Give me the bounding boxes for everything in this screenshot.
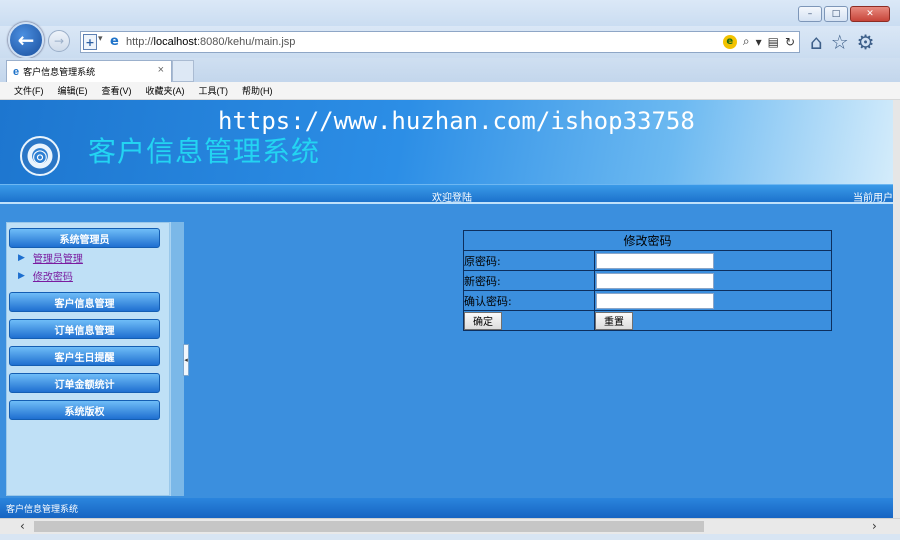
- url-scheme: http://: [126, 36, 154, 48]
- back-button[interactable]: ←: [8, 22, 44, 58]
- menu-group-admin[interactable]: 系统管理员: [9, 228, 160, 248]
- confirm-password-input[interactable]: [596, 292, 714, 309]
- forward-button[interactable]: →: [48, 30, 70, 52]
- new-tab-button[interactable]: [172, 60, 194, 82]
- menu-help[interactable]: 帮助(H): [242, 84, 273, 97]
- site-header: ◎ 客户信息管理系统 https://www.huzhan.com/ishop3…: [0, 100, 893, 184]
- close-tab-icon[interactable]: ×: [158, 64, 164, 76]
- old-password-label: 原密码:: [463, 250, 595, 271]
- logo-icon: ◎: [20, 136, 60, 176]
- footer-text: 客户信息管理系统: [6, 505, 79, 515]
- link-change-password[interactable]: 修改密码: [33, 268, 73, 283]
- menu-group-copyright[interactable]: 系统版权: [9, 400, 160, 420]
- sidebar-divider: [170, 222, 184, 496]
- scroll-right-icon[interactable]: ›: [872, 519, 877, 533]
- ie-page-icon: e: [110, 34, 119, 49]
- chevron-down-icon[interactable]: ▾: [756, 35, 762, 49]
- watermark-text: https://www.huzhan.com/ishop33758: [218, 107, 695, 135]
- menu-group-customer[interactable]: 客户信息管理: [9, 292, 160, 312]
- status-bar: [0, 534, 900, 540]
- old-password-input[interactable]: [596, 252, 714, 269]
- arrow-right-icon: →: [53, 34, 65, 48]
- add-favorite-icon[interactable]: +: [83, 34, 97, 50]
- reset-button[interactable]: 重置: [595, 311, 633, 330]
- address-actions: e ⌕ ▾ ▤ ↻: [722, 34, 795, 49]
- submit-button[interactable]: 确定: [464, 311, 502, 330]
- url-path: :8080/kehu/main.jsp: [196, 36, 296, 48]
- confirm-password-label: 确认密码:: [463, 290, 595, 311]
- link-admin-manage[interactable]: 管理员管理: [33, 250, 83, 265]
- scroll-left-icon[interactable]: ‹: [20, 519, 25, 533]
- vertical-scrollbar[interactable]: [893, 100, 900, 518]
- address-url[interactable]: http://localhost:8080/kehu/main.jsp: [126, 36, 295, 48]
- window-controls: – □ ✕: [798, 6, 890, 22]
- change-password-form: 修改密码 原密码: 新密码: 确认密码: 确定 重置: [463, 230, 832, 331]
- form-caption: 修改密码: [463, 230, 832, 251]
- page-footer: 客户信息管理系统: [0, 498, 893, 518]
- scrollbar-thumb[interactable]: [34, 521, 704, 532]
- menu-file[interactable]: 文件(F): [14, 84, 44, 97]
- horizontal-scrollbar[interactable]: ‹ ›: [0, 518, 900, 534]
- close-button[interactable]: ✕: [850, 6, 890, 22]
- menu-group-birthday[interactable]: 客户生日提醒: [9, 346, 160, 366]
- new-password-input[interactable]: [596, 272, 714, 289]
- url-host: localhost: [153, 36, 197, 48]
- menu-group-order-stats[interactable]: 订单金额统计: [9, 373, 160, 393]
- chevron-down-icon[interactable]: ▾: [98, 34, 103, 44]
- menu-edit[interactable]: 编辑(E): [58, 84, 88, 97]
- home-icon[interactable]: ⌂: [810, 30, 823, 54]
- tab-row: e 客户信息管理系统 ×: [0, 58, 900, 82]
- compat-view-icon[interactable]: e: [722, 34, 737, 49]
- menu-favorites[interactable]: 收藏夹(A): [146, 84, 185, 97]
- tab-title: 客户信息管理系统: [23, 67, 96, 77]
- new-password-cell: [594, 270, 832, 291]
- browser-tab[interactable]: e 客户信息管理系统 ×: [6, 60, 172, 82]
- new-password-label: 新密码:: [463, 270, 595, 291]
- welcome-text: 欢迎登陆: [432, 193, 472, 204]
- old-password-cell: [594, 250, 832, 271]
- submit-cell: 确定: [463, 310, 595, 331]
- maximize-button[interactable]: □: [824, 6, 848, 22]
- menu-group-order[interactable]: 订单信息管理: [9, 319, 160, 339]
- browser-tool-icons: ⌂ ☆ ⚙: [810, 30, 875, 54]
- triangle-right-icon: ▶: [18, 252, 25, 263]
- favorites-star-icon[interactable]: ☆: [831, 30, 849, 54]
- gear-icon[interactable]: ⚙: [857, 30, 875, 54]
- submenu-item-change-password[interactable]: ▶ 修改密码: [18, 268, 73, 284]
- compat-page-icon[interactable]: ▤: [768, 35, 779, 49]
- current-user-label: 当前用户: [853, 193, 893, 204]
- address-bar[interactable]: + ▾ e http://localhost:8080/kehu/main.js…: [80, 31, 800, 53]
- minimize-button[interactable]: –: [798, 6, 822, 22]
- arrow-left-icon: ←: [17, 28, 35, 52]
- browser-menubar: 文件(F) 编辑(E) 查看(V) 收藏夹(A) 工具(T) 帮助(H): [0, 82, 900, 100]
- sidebar-collapse-handle[interactable]: ◂: [183, 344, 189, 376]
- ie-page-icon: e: [13, 65, 20, 78]
- site-title: 客户信息管理系统: [88, 135, 321, 168]
- confirm-password-cell: [594, 290, 832, 311]
- submenu-item-admin-manage[interactable]: ▶ 管理员管理: [18, 250, 83, 266]
- reset-cell: 重置: [594, 310, 832, 331]
- top-navbar: 欢迎登陆 当前用户: [0, 184, 893, 204]
- menu-view[interactable]: 查看(V): [102, 84, 132, 97]
- page-content: ◎ 客户信息管理系统 https://www.huzhan.com/ishop3…: [0, 100, 893, 518]
- window-titlebar: – □ ✕: [0, 0, 900, 28]
- search-icon[interactable]: ⌕: [743, 34, 750, 49]
- menu-tools[interactable]: 工具(T): [199, 84, 229, 97]
- triangle-right-icon: ▶: [18, 270, 25, 281]
- refresh-icon[interactable]: ↻: [785, 35, 795, 49]
